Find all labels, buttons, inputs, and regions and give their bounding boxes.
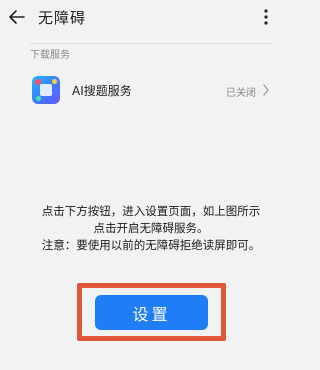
page-title: 无障碍 — [38, 9, 87, 27]
instruction-line-1: 点击下方按钮，进入设置页面，如上图所示 — [41, 204, 261, 218]
service-name: AI搜题服务 — [72, 84, 132, 98]
section-label-downloaded: 下载服务 — [30, 50, 70, 61]
section-divider — [30, 43, 272, 44]
app-icon — [32, 76, 60, 104]
service-status: 已关闭 — [226, 88, 256, 99]
instructions-text: 点击下方按钮，进入设置页面，如上图所示 点击开启无障碍服务。 注意：要使用以前的… — [16, 203, 286, 254]
chevron-right-icon — [263, 84, 269, 96]
service-item-ai-search[interactable]: AI搜题服务 已关闭 — [30, 72, 272, 112]
arrow-left-icon[interactable] — [6, 6, 28, 28]
instruction-line-2: 点击开启无障碍服务。 — [93, 221, 209, 235]
more-vertical-icon[interactable] — [259, 7, 273, 27]
instruction-line-3: 注意：要使用以前的无障碍拒绝读屏即可。 — [41, 238, 261, 252]
app-bar: 无障碍 — [0, 0, 302, 36]
setup-button[interactable]: 设置 — [95, 295, 208, 330]
